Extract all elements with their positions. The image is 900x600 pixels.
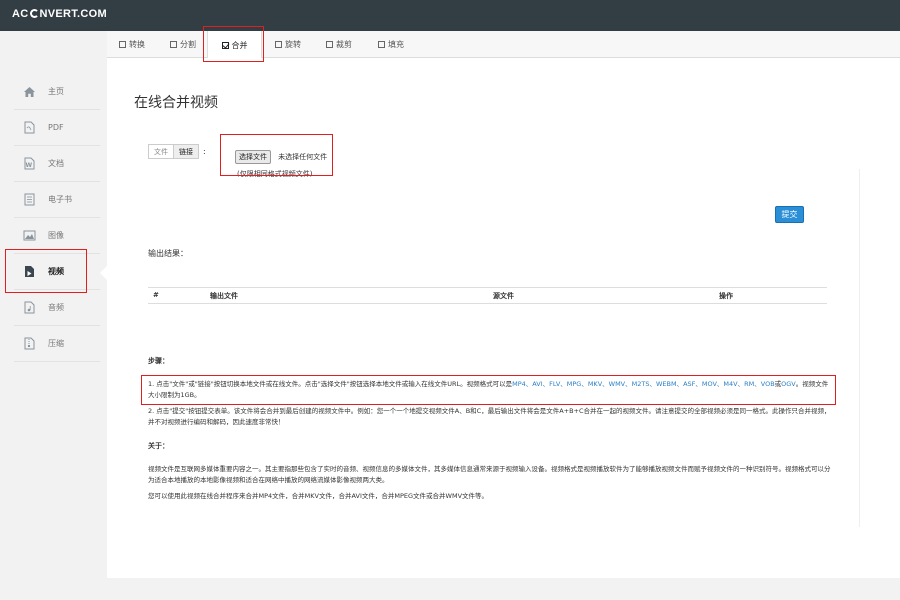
table-divider	[148, 287, 827, 288]
highlight-file-input	[220, 134, 333, 176]
tab-crop[interactable]: 裁剪	[314, 31, 364, 58]
sidebar-item-label: 图像	[48, 231, 64, 240]
upload-mode-toggle: 文件 链接 :	[148, 144, 206, 159]
page-title: 在线合并视频	[134, 95, 218, 111]
column-header-index: #	[153, 291, 159, 299]
sidebar-item-label: 文档	[48, 159, 64, 168]
archive-icon	[22, 337, 36, 351]
logo-ring-icon	[29, 9, 39, 18]
tab-rotate[interactable]: 旋转	[264, 31, 312, 58]
highlight-step-1	[141, 375, 836, 405]
top-bar: AC NVERT.COM	[0, 0, 900, 31]
pdf-icon	[22, 121, 36, 135]
about-paragraph: 您可以使用此视频在线合并程序来合并MP4文件，合并MKV文件，合并AVI文件，合…	[148, 492, 489, 500]
checkbox-icon	[275, 41, 282, 48]
checkbox-icon	[119, 41, 126, 48]
checkbox-icon	[170, 41, 177, 48]
sidebar-item-audio[interactable]: 音频	[14, 290, 100, 326]
about-paragraph: 视频文件是互联网多媒体重要内容之一。其主要指那些包含了实时的音频、视频信息的多媒…	[148, 465, 831, 484]
audio-icon	[22, 301, 36, 315]
svg-text:W: W	[26, 162, 33, 169]
sidebar-item-label: 压缩	[48, 339, 64, 348]
table-divider	[148, 303, 827, 304]
tab-convert[interactable]: 转换	[107, 31, 157, 58]
steps-heading: 步骤：	[148, 357, 169, 365]
about-heading: 关于：	[148, 442, 169, 450]
file-mode-button[interactable]: 文件	[148, 144, 174, 159]
tab-pad[interactable]: 填充	[366, 31, 416, 58]
link-mode-button[interactable]: 链接	[174, 144, 199, 159]
sidebar-item-ebook[interactable]: 电子书	[14, 182, 100, 218]
checkbox-icon	[326, 41, 333, 48]
sidebar-item-archive[interactable]: 压缩	[14, 326, 100, 362]
sidebar: 主页 PDF W 文档 电子书 图像 视频 音频 压缩	[0, 31, 100, 600]
column-header-output-file: 输出文件	[210, 292, 238, 300]
tab-split[interactable]: 分割	[159, 31, 207, 58]
output-label: 输出结果：	[148, 249, 188, 258]
column-header-source-file: 源文件	[493, 292, 514, 300]
home-icon	[22, 85, 36, 99]
site-logo[interactable]: AC NVERT.COM	[12, 8, 107, 20]
submit-button[interactable]: 提交	[775, 206, 804, 223]
step-2-text: 2. 点击"提交"按钮提交表单。该文件将会合并到最后创建的视频文件中。例如：您一…	[148, 407, 831, 426]
sidebar-item-label: PDF	[48, 123, 64, 132]
checkbox-icon	[378, 41, 385, 48]
sidebar-item-home[interactable]: 主页	[14, 74, 100, 110]
sidebar-item-label: 电子书	[48, 195, 72, 204]
sidebar-item-label: 音频	[48, 303, 64, 312]
image-icon	[22, 229, 36, 243]
output-table-header: # 输出文件 源文件 操作	[148, 289, 827, 303]
ebook-icon	[22, 193, 36, 207]
sidebar-item-document[interactable]: W 文档	[14, 146, 100, 182]
highlight-video-item	[5, 249, 87, 293]
sidebar-item-label: 主页	[48, 87, 64, 96]
highlight-merge-tab	[203, 26, 264, 62]
sidebar-item-pdf[interactable]: PDF	[14, 110, 100, 146]
column-header-action: 操作	[719, 292, 733, 300]
word-doc-icon: W	[22, 157, 36, 171]
